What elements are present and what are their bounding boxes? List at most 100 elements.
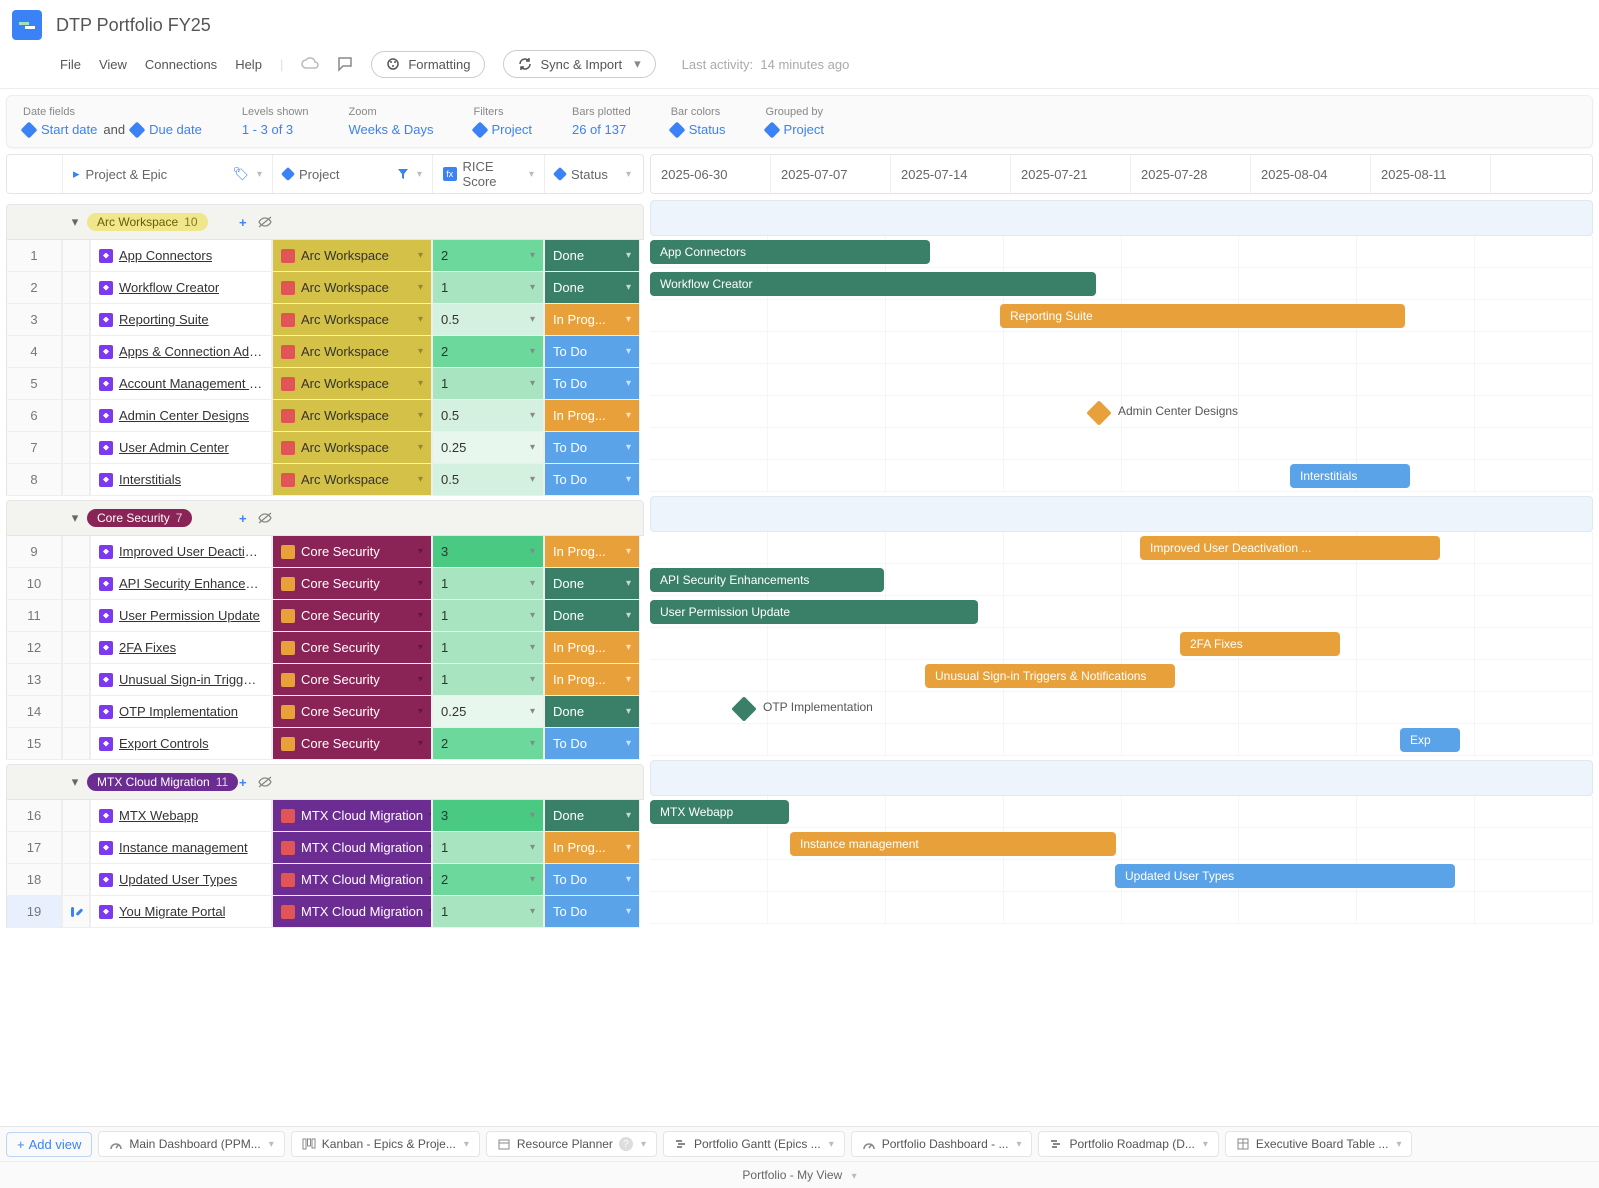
epic-name-cell[interactable]: Instance management xyxy=(90,832,272,864)
rice-score-cell[interactable]: 3▾ xyxy=(432,800,544,832)
row-number[interactable]: 10 xyxy=(6,568,62,600)
rice-score-cell[interactable]: 1▾ xyxy=(432,664,544,696)
gantt-bar[interactable]: Workflow Creator xyxy=(650,272,1096,296)
rice-score-cell[interactable]: 1▾ xyxy=(432,832,544,864)
view-tab[interactable]: Portfolio Roadmap (D... ▾ xyxy=(1038,1131,1218,1157)
hide-icon[interactable] xyxy=(257,511,273,526)
status-cell[interactable]: Done▾ xyxy=(544,800,640,832)
chevron-down-icon[interactable]: ▾ xyxy=(1396,1139,1401,1150)
sync-import-button[interactable]: Sync & Import ▾ xyxy=(503,50,655,78)
chevron-down-icon[interactable]: ▾ xyxy=(1203,1139,1208,1150)
epic-name-cell[interactable]: User Admin Center xyxy=(90,432,272,464)
chevron-down-icon[interactable]: ▾ xyxy=(417,169,422,180)
gantt-bar[interactable]: Improved User Deactivation ... xyxy=(1140,536,1440,560)
project-cell[interactable]: Arc Workspace ▾ xyxy=(272,304,432,336)
gantt-bar[interactable]: Instance management xyxy=(790,832,1116,856)
epic-link[interactable]: Updated User Types xyxy=(119,872,237,887)
epic-link[interactable]: User Permission Update xyxy=(119,608,260,623)
epic-name-cell[interactable]: MTX Webapp xyxy=(90,800,272,832)
config-date-fields[interactable]: Date fields Start date and Due date xyxy=(23,106,202,137)
rice-score-cell[interactable]: 1▾ xyxy=(432,600,544,632)
milestone-marker[interactable] xyxy=(731,696,756,721)
epic-name-cell[interactable]: Unusual Sign-in Triggers & N... xyxy=(90,664,272,696)
row-number[interactable]: 3 xyxy=(6,304,62,336)
status-cell[interactable]: In Prog...▾ xyxy=(544,832,640,864)
project-cell[interactable]: Arc Workspace ▾ xyxy=(272,368,432,400)
config-filters[interactable]: Filters Project xyxy=(474,106,532,137)
row-number[interactable]: 15 xyxy=(6,728,62,760)
config-levels[interactable]: Levels shown 1 - 3 of 3 xyxy=(242,106,309,137)
rice-score-cell[interactable]: 1▾ xyxy=(432,272,544,304)
view-tab[interactable]: Main Dashboard (PPM... ▾ xyxy=(98,1131,284,1157)
epic-name-cell[interactable]: Apps & Connection Admin C... xyxy=(90,336,272,368)
gantt-bar[interactable]: Updated User Types xyxy=(1115,864,1455,888)
chevron-down-icon[interactable]: ▾ xyxy=(464,1139,469,1150)
project-cell[interactable]: Arc Workspace ▾ xyxy=(272,432,432,464)
epic-link[interactable]: Reporting Suite xyxy=(119,312,209,327)
tag-icon[interactable]: 🏷 xyxy=(232,166,249,182)
status-cell[interactable]: In Prog...▾ xyxy=(544,664,640,696)
project-cell[interactable]: Arc Workspace ▾ xyxy=(272,336,432,368)
status-cell[interactable]: To Do▾ xyxy=(544,432,640,464)
row-number[interactable]: 12 xyxy=(6,632,62,664)
chevron-down-icon[interactable]: ▾ xyxy=(529,169,534,180)
view-tab[interactable]: Kanban - Epics & Proje... ▾ xyxy=(291,1131,480,1157)
epic-name-cell[interactable]: Updated User Types xyxy=(90,864,272,896)
collapse-toggle[interactable]: ▾ xyxy=(63,774,87,790)
app-logo[interactable] xyxy=(12,10,42,40)
row-number[interactable]: 2 xyxy=(6,272,62,304)
status-cell[interactable]: In Prog...▾ xyxy=(544,400,640,432)
epic-name-cell[interactable]: User Permission Update xyxy=(90,600,272,632)
gantt-bar[interactable]: Unusual Sign-in Triggers & Notifications xyxy=(925,664,1175,688)
row-number[interactable]: 7 xyxy=(6,432,62,464)
row-number[interactable]: 18 xyxy=(6,864,62,896)
status-cell[interactable]: To Do▾ xyxy=(544,728,640,760)
project-cell[interactable]: Core Security ▾ xyxy=(272,568,432,600)
row-number[interactable]: 19 xyxy=(6,896,62,928)
epic-name-cell[interactable]: Interstitials xyxy=(90,464,272,496)
status-cell[interactable]: In Prog...▾ xyxy=(544,536,640,568)
epic-link[interactable]: API Security Enhancements xyxy=(119,576,263,591)
status-cell[interactable]: To Do▾ xyxy=(544,896,640,928)
chevron-down-icon[interactable]: ▾ xyxy=(641,1139,646,1150)
menu-file[interactable]: File xyxy=(60,57,81,72)
epic-link[interactable]: Interstitials xyxy=(119,472,181,487)
status-cell[interactable]: To Do▾ xyxy=(544,464,640,496)
gantt-bar[interactable]: Interstitials xyxy=(1290,464,1410,488)
epic-link[interactable]: App Connectors xyxy=(119,248,212,263)
status-cell[interactable]: Done▾ xyxy=(544,240,640,272)
view-tab[interactable]: Portfolio Gantt (Epics ... ▾ xyxy=(663,1131,845,1157)
project-cell[interactable]: MTX Cloud Migration ▾ xyxy=(272,896,432,928)
status-cell[interactable]: In Prog...▾ xyxy=(544,632,640,664)
epic-name-cell[interactable]: 2FA Fixes xyxy=(90,632,272,664)
add-row-icon[interactable]: + xyxy=(239,215,247,230)
status-cell[interactable]: Done▾ xyxy=(544,696,640,728)
epic-link[interactable]: Workflow Creator xyxy=(119,280,219,295)
project-cell[interactable]: Core Security ▾ xyxy=(272,664,432,696)
group-pill[interactable]: Core Security 7 xyxy=(87,509,192,527)
rice-score-cell[interactable]: 1▾ xyxy=(432,568,544,600)
epic-name-cell[interactable]: API Security Enhancements xyxy=(90,568,272,600)
comment-icon[interactable] xyxy=(337,56,353,72)
config-bar-colors[interactable]: Bar colors Status xyxy=(671,106,726,137)
add-view-button[interactable]: + Add view xyxy=(6,1132,92,1157)
row-number[interactable]: 17 xyxy=(6,832,62,864)
config-bars[interactable]: Bars plotted 26 of 137 xyxy=(572,106,631,137)
milestone-marker[interactable] xyxy=(1086,400,1111,425)
status-cell[interactable]: Done▾ xyxy=(544,568,640,600)
project-cell[interactable]: Arc Workspace ▾ xyxy=(272,272,432,304)
rice-score-cell[interactable]: 2▾ xyxy=(432,240,544,272)
group-pill[interactable]: Arc Workspace 10 xyxy=(87,213,208,231)
rice-score-cell[interactable]: 1▾ xyxy=(432,896,544,928)
chevron-down-icon[interactable]: ▾ xyxy=(1016,1139,1021,1150)
formatting-button[interactable]: Formatting xyxy=(371,51,485,78)
status-cell[interactable]: To Do▾ xyxy=(544,864,640,896)
config-zoom[interactable]: Zoom Weeks & Days xyxy=(349,106,434,137)
view-tab[interactable]: Portfolio Dashboard - ... ▾ xyxy=(851,1131,1033,1157)
help-icon[interactable]: ? xyxy=(619,1137,633,1151)
collapse-toggle[interactable]: ▾ xyxy=(63,214,87,230)
row-number[interactable]: 16 xyxy=(6,800,62,832)
project-cell[interactable]: MTX Cloud Migration ▾ xyxy=(272,832,432,864)
chevron-down-icon[interactable]: ▾ xyxy=(829,1139,834,1150)
epic-name-cell[interactable]: Reporting Suite xyxy=(90,304,272,336)
